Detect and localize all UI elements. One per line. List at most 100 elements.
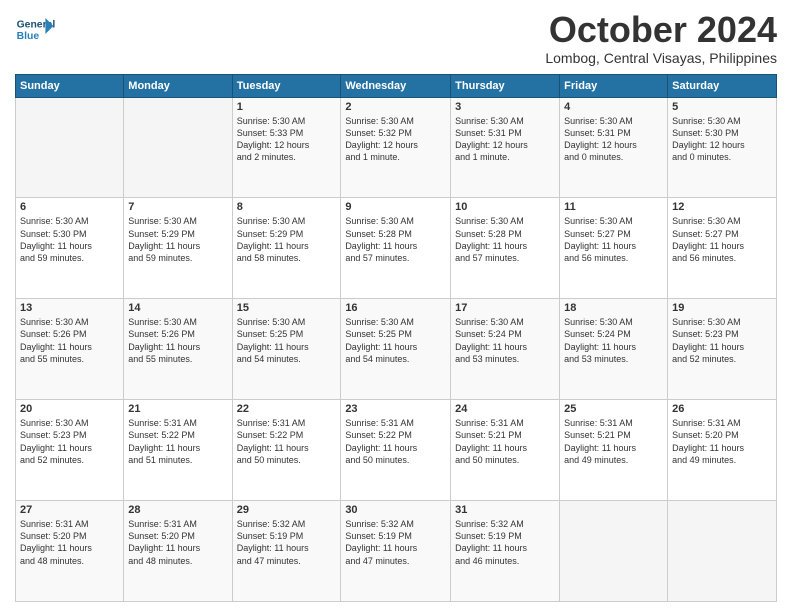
- calendar-cell: 27 Sunrise: 5:31 AMSunset: 5:20 PMDayligh…: [16, 501, 124, 602]
- calendar-cell: 31 Sunrise: 5:32 AMSunset: 5:19 PMDayligh…: [451, 501, 560, 602]
- calendar-cell: [668, 501, 777, 602]
- day-info: Sunrise: 5:30 AMSunset: 5:31 PMDaylight:…: [455, 115, 555, 164]
- day-info: Sunrise: 5:30 AMSunset: 5:27 PMDaylight:…: [672, 215, 772, 264]
- title-section: October 2024 Lombog, Central Visayas, Ph…: [545, 10, 777, 66]
- day-number: 19: [672, 302, 772, 314]
- day-number: 17: [455, 302, 555, 314]
- calendar-cell: [16, 97, 124, 198]
- day-number: 28: [128, 504, 227, 516]
- logo: General Blue: [15, 10, 59, 50]
- day-info: Sunrise: 5:30 AMSunset: 5:32 PMDaylight:…: [345, 115, 446, 164]
- calendar-cell: 28 Sunrise: 5:31 AMSunset: 5:20 PMDayligh…: [124, 501, 232, 602]
- day-number: 27: [20, 504, 119, 516]
- day-info: Sunrise: 5:30 AMSunset: 5:29 PMDaylight:…: [128, 215, 227, 264]
- week-row-3: 13 Sunrise: 5:30 AMSunset: 5:26 PMDayligh…: [16, 299, 777, 400]
- calendar-cell: 4Sunrise: 5:30 AMSunset: 5:31 PMDaylight…: [560, 97, 668, 198]
- day-info: Sunrise: 5:30 AMSunset: 5:28 PMDaylight:…: [455, 215, 555, 264]
- week-row-5: 27 Sunrise: 5:31 AMSunset: 5:20 PMDayligh…: [16, 501, 777, 602]
- day-info: Sunrise: 5:32 AMSunset: 5:19 PMDaylight:…: [345, 518, 446, 567]
- day-info: Sunrise: 5:31 AMSunset: 5:20 PMDaylight:…: [672, 417, 772, 466]
- svg-text:Blue: Blue: [17, 31, 40, 42]
- day-info: Sunrise: 5:30 AMSunset: 5:26 PMDaylight:…: [128, 316, 227, 365]
- day-number: 5: [672, 101, 772, 113]
- weekday-header-friday: Friday: [560, 74, 668, 97]
- calendar-cell: 21 Sunrise: 5:31 AMSunset: 5:22 PMDayligh…: [124, 400, 232, 501]
- week-row-1: 1Sunrise: 5:30 AMSunset: 5:33 PMDaylight…: [16, 97, 777, 198]
- calendar-cell: 23 Sunrise: 5:31 AMSunset: 5:22 PMDayligh…: [341, 400, 451, 501]
- calendar-cell: [560, 501, 668, 602]
- day-info: Sunrise: 5:30 AMSunset: 5:26 PMDaylight:…: [20, 316, 119, 365]
- day-info: Sunrise: 5:30 AMSunset: 5:27 PMDaylight:…: [564, 215, 663, 264]
- day-info: Sunrise: 5:30 AMSunset: 5:29 PMDaylight:…: [237, 215, 337, 264]
- day-number: 24: [455, 403, 555, 415]
- calendar-cell: [124, 97, 232, 198]
- day-info: Sunrise: 5:32 AMSunset: 5:19 PMDaylight:…: [237, 518, 337, 567]
- calendar-cell: 12Sunrise: 5:30 AMSunset: 5:27 PMDayligh…: [668, 198, 777, 299]
- page: General Blue October 2024 Lombog, Centra…: [0, 0, 792, 612]
- day-info: Sunrise: 5:30 AMSunset: 5:33 PMDaylight:…: [237, 115, 337, 164]
- day-number: 11: [564, 201, 663, 213]
- calendar-cell: 29 Sunrise: 5:32 AMSunset: 5:19 PMDayligh…: [232, 501, 341, 602]
- day-number: 21: [128, 403, 227, 415]
- week-row-4: 20 Sunrise: 5:30 AMSunset: 5:23 PMDayligh…: [16, 400, 777, 501]
- day-number: 20: [20, 403, 119, 415]
- day-number: 25: [564, 403, 663, 415]
- weekday-header-row: SundayMondayTuesdayWednesdayThursdayFrid…: [16, 74, 777, 97]
- day-info: Sunrise: 5:30 AMSunset: 5:23 PMDaylight:…: [20, 417, 119, 466]
- calendar-cell: 15Sunrise: 5:30 AMSunset: 5:25 PMDayligh…: [232, 299, 341, 400]
- day-number: 23: [345, 403, 446, 415]
- day-number: 14: [128, 302, 227, 314]
- day-info: Sunrise: 5:30 AMSunset: 5:24 PMDaylight:…: [455, 316, 555, 365]
- day-info: Sunrise: 5:30 AMSunset: 5:25 PMDaylight:…: [237, 316, 337, 365]
- day-number: 10: [455, 201, 555, 213]
- day-info: Sunrise: 5:30 AMSunset: 5:23 PMDaylight:…: [672, 316, 772, 365]
- day-number: 7: [128, 201, 227, 213]
- calendar-cell: 9 Sunrise: 5:30 AMSunset: 5:28 PMDaylight…: [341, 198, 451, 299]
- weekday-header-thursday: Thursday: [451, 74, 560, 97]
- calendar-cell: 18 Sunrise: 5:30 AMSunset: 5:24 PMDayligh…: [560, 299, 668, 400]
- week-row-2: 6Sunrise: 5:30 AMSunset: 5:30 PMDaylight…: [16, 198, 777, 299]
- calendar-cell: 14 Sunrise: 5:30 AMSunset: 5:26 PMDayligh…: [124, 299, 232, 400]
- day-info: Sunrise: 5:31 AMSunset: 5:22 PMDaylight:…: [237, 417, 337, 466]
- day-info: Sunrise: 5:31 AMSunset: 5:20 PMDaylight:…: [128, 518, 227, 567]
- calendar-cell: 30Sunrise: 5:32 AMSunset: 5:19 PMDayligh…: [341, 501, 451, 602]
- day-number: 4: [564, 101, 663, 113]
- day-info: Sunrise: 5:30 AMSunset: 5:24 PMDaylight:…: [564, 316, 663, 365]
- day-info: Sunrise: 5:30 AMSunset: 5:28 PMDaylight:…: [345, 215, 446, 264]
- weekday-header-saturday: Saturday: [668, 74, 777, 97]
- calendar-cell: 17 Sunrise: 5:30 AMSunset: 5:24 PMDayligh…: [451, 299, 560, 400]
- day-number: 9: [345, 201, 446, 213]
- calendar-cell: 13 Sunrise: 5:30 AMSunset: 5:26 PMDayligh…: [16, 299, 124, 400]
- header: General Blue October 2024 Lombog, Centra…: [15, 10, 777, 66]
- day-number: 31: [455, 504, 555, 516]
- calendar-cell: 22Sunrise: 5:31 AMSunset: 5:22 PMDayligh…: [232, 400, 341, 501]
- day-number: 26: [672, 403, 772, 415]
- day-number: 16: [345, 302, 446, 314]
- day-number: 6: [20, 201, 119, 213]
- day-number: 13: [20, 302, 119, 314]
- day-info: Sunrise: 5:31 AMSunset: 5:22 PMDaylight:…: [345, 417, 446, 466]
- day-info: Sunrise: 5:30 AMSunset: 5:25 PMDaylight:…: [345, 316, 446, 365]
- location-title: Lombog, Central Visayas, Philippines: [545, 50, 777, 66]
- day-info: Sunrise: 5:31 AMSunset: 5:22 PMDaylight:…: [128, 417, 227, 466]
- calendar-cell: 24 Sunrise: 5:31 AMSunset: 5:21 PMDayligh…: [451, 400, 560, 501]
- day-info: Sunrise: 5:30 AMSunset: 5:30 PMDaylight:…: [672, 115, 772, 164]
- day-info: Sunrise: 5:31 AMSunset: 5:21 PMDaylight:…: [455, 417, 555, 466]
- day-number: 18: [564, 302, 663, 314]
- weekday-header-tuesday: Tuesday: [232, 74, 341, 97]
- day-number: 2: [345, 101, 446, 113]
- calendar-cell: 7 Sunrise: 5:30 AMSunset: 5:29 PMDaylight…: [124, 198, 232, 299]
- calendar-cell: 2 Sunrise: 5:30 AMSunset: 5:32 PMDaylight…: [341, 97, 451, 198]
- day-info: Sunrise: 5:31 AMSunset: 5:20 PMDaylight:…: [20, 518, 119, 567]
- calendar-cell: 16 Sunrise: 5:30 AMSunset: 5:25 PMDayligh…: [341, 299, 451, 400]
- calendar-cell: 25Sunrise: 5:31 AMSunset: 5:21 PMDayligh…: [560, 400, 668, 501]
- calendar-cell: 26 Sunrise: 5:31 AMSunset: 5:20 PMDayligh…: [668, 400, 777, 501]
- day-number: 29: [237, 504, 337, 516]
- weekday-header-wednesday: Wednesday: [341, 74, 451, 97]
- calendar-cell: 6Sunrise: 5:30 AMSunset: 5:30 PMDaylight…: [16, 198, 124, 299]
- calendar-cell: 19 Sunrise: 5:30 AMSunset: 5:23 PMDayligh…: [668, 299, 777, 400]
- calendar-cell: 10 Sunrise: 5:30 AMSunset: 5:28 PMDayligh…: [451, 198, 560, 299]
- month-title: October 2024: [545, 10, 777, 50]
- weekday-header-sunday: Sunday: [16, 74, 124, 97]
- day-info: Sunrise: 5:32 AMSunset: 5:19 PMDaylight:…: [455, 518, 555, 567]
